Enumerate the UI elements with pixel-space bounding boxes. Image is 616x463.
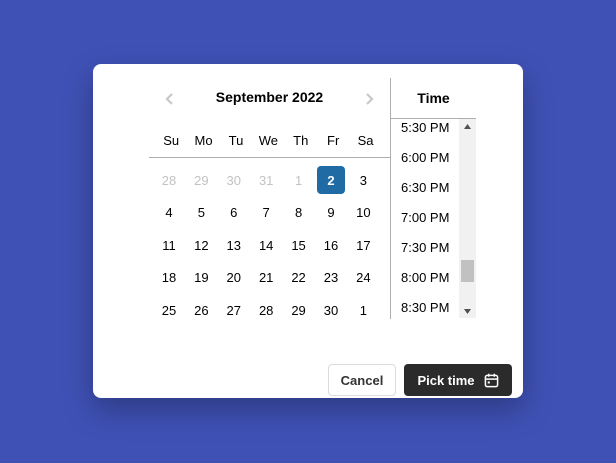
- time-option[interactable]: 5:30 PM: [391, 119, 459, 143]
- calendar-week-row: 4 5 6 7 8 9 10: [155, 199, 382, 232]
- calendar-day[interactable]: 8: [285, 199, 313, 227]
- calendar-day-selected[interactable]: 2: [316, 166, 345, 194]
- triangle-up-icon: [464, 123, 471, 129]
- calendar-day[interactable]: 6: [220, 199, 248, 227]
- calendar-day[interactable]: 30: [220, 166, 248, 194]
- calendar-day[interactable]: 11: [155, 231, 183, 259]
- weekday-label: Mo: [194, 133, 213, 148]
- calendar-day[interactable]: 27: [220, 296, 248, 324]
- calendar-day[interactable]: 17: [349, 231, 377, 259]
- calendar-day[interactable]: 14: [252, 231, 280, 259]
- calendar: September 2022 Su Mo Tu We Th Fr Sa 28 29…: [149, 78, 390, 318]
- weekday-label: Fr: [327, 133, 340, 148]
- weekday-label: Su: [163, 133, 180, 148]
- calendar-week-row: 18 19 20 21 22 23 24: [155, 264, 382, 297]
- pick-time-button[interactable]: Pick time: [404, 364, 512, 396]
- scroll-down-button[interactable]: [459, 304, 476, 318]
- calendar-week-row: 28 29 30 31 1 2 3: [155, 166, 382, 199]
- calendar-header: September 2022: [149, 78, 390, 106]
- weekday-label: Sa: [357, 133, 374, 148]
- calendar-day[interactable]: 29: [187, 166, 215, 194]
- next-month-button[interactable]: [361, 91, 377, 107]
- time-option[interactable]: 6:30 PM: [391, 173, 459, 203]
- calendar-day[interactable]: 23: [317, 264, 345, 292]
- calendar-week-row: 25 26 27 28 29 30 1: [155, 296, 382, 329]
- time-header: Time: [391, 78, 476, 119]
- calendar-day[interactable]: 25: [155, 296, 183, 324]
- calendar-week-row: 11 12 13 14 15 16 17: [155, 231, 382, 264]
- calendar-day[interactable]: 19: [187, 264, 215, 292]
- triangle-down-icon: [464, 308, 471, 314]
- chevron-right-icon: [366, 93, 374, 105]
- scroll-up-button[interactable]: [459, 119, 476, 133]
- weekday-label: Th: [293, 133, 309, 148]
- calendar-day[interactable]: 15: [285, 231, 313, 259]
- calendar-day[interactable]: 12: [187, 231, 215, 259]
- calendar-day[interactable]: 1: [349, 296, 377, 324]
- date-time-picker-dialog: September 2022 Su Mo Tu We Th Fr Sa 28 29…: [93, 64, 523, 398]
- weekday-label: We: [258, 133, 278, 148]
- calendar-day[interactable]: 16: [317, 231, 345, 259]
- calendar-day[interactable]: 4: [155, 199, 183, 227]
- cancel-button[interactable]: Cancel: [328, 364, 396, 396]
- weekday-label: Tu: [228, 133, 244, 148]
- calendar-day[interactable]: 7: [252, 199, 280, 227]
- calendar-day[interactable]: 29: [285, 296, 313, 324]
- calendar-day[interactable]: 22: [285, 264, 313, 292]
- time-option[interactable]: 7:30 PM: [391, 233, 459, 263]
- weekday-header-row: Su Mo Tu We Th Fr Sa: [149, 133, 390, 158]
- cancel-button-label: Cancel: [340, 372, 384, 388]
- calendar-day[interactable]: 10: [349, 199, 377, 227]
- time-option[interactable]: 8:30 PM: [391, 293, 459, 318]
- calendar-day[interactable]: 18: [155, 264, 183, 292]
- calendar-day[interactable]: 28: [252, 296, 280, 324]
- calendar-day[interactable]: 1: [285, 166, 313, 194]
- calendar-day[interactable]: 28: [155, 166, 183, 194]
- pick-time-button-label: Pick time: [417, 372, 475, 388]
- calendar-day[interactable]: 9: [317, 199, 345, 227]
- time-option[interactable]: 6:00 PM: [391, 143, 459, 173]
- calendar-day[interactable]: 20: [220, 264, 248, 292]
- time-list-viewport: 5:30 PM 6:00 PM 6:30 PM 7:00 PM 7:30 PM 8:00 …: [391, 119, 476, 318]
- calendar-day[interactable]: 5: [187, 199, 215, 227]
- calendar-day[interactable]: 24: [349, 264, 377, 292]
- calendar-day[interactable]: 21: [252, 264, 280, 292]
- calendar-day[interactable]: 3: [349, 166, 377, 194]
- time-option[interactable]: 8:00 PM: [391, 263, 459, 293]
- time-list: 5:30 PM 6:00 PM 6:30 PM 7:00 PM 7:30 PM 8:00 …: [391, 119, 459, 318]
- calendar-day[interactable]: 31: [252, 166, 280, 194]
- calendar-grid: 28 29 30 31 1 2 3 4 5 6 7 8 9 10 11 12 13 14 15 16 17 18 19 20 2…: [155, 166, 382, 329]
- calendar-day[interactable]: 30: [317, 296, 345, 324]
- time-option[interactable]: 7:00 PM: [391, 203, 459, 233]
- scrollbar-thumb[interactable]: [461, 259, 474, 282]
- calendar-day[interactable]: 13: [220, 231, 248, 259]
- time-column: Time 5:30 PM 6:00 PM 6:30 PM 7:00 PM 7:30 PM…: [390, 78, 476, 319]
- time-list-scrollbar[interactable]: [459, 119, 476, 318]
- calendar-icon: [484, 373, 498, 387]
- month-title: September 2022: [215, 89, 324, 105]
- calendar-day[interactable]: 26: [187, 296, 215, 324]
